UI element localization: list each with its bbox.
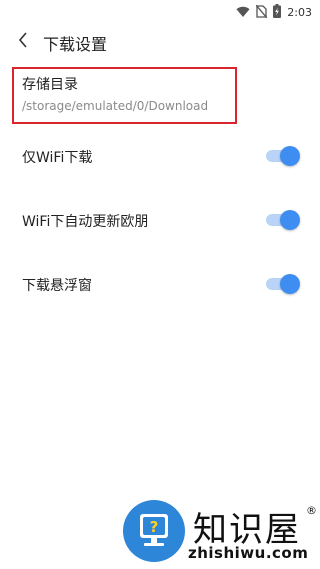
watermark: ? 知识屋 ® zhishiwu.com (120, 500, 320, 569)
setting-row-auto-update: WiFi下自动更新欧朋 (0, 200, 320, 240)
toggle-knob (280, 146, 300, 166)
question-monitor-icon: ? (123, 500, 185, 562)
toggle-auto-update[interactable] (266, 210, 300, 230)
setting-row-wifi-only: 仅WiFi下载 (0, 136, 320, 176)
setting-label-auto-update: WiFi下自动更新欧朋 (22, 214, 149, 230)
toggle-floating-window[interactable] (266, 274, 300, 294)
status-bar: 2:03 (0, 0, 320, 24)
status-icons: 2:03 (236, 3, 312, 22)
setting-label-floating-window: 下载悬浮窗 (22, 278, 92, 294)
storage-directory-path: /storage/emulated/0/Download (22, 99, 209, 113)
back-button[interactable] (12, 30, 34, 54)
no-sim-icon (255, 3, 268, 22)
wifi-icon (236, 3, 250, 22)
toggle-knob (280, 274, 300, 294)
watermark-url: zhishiwu.com (188, 544, 309, 562)
page-title: 下载设置 (43, 35, 108, 54)
storage-directory-label: 存储目录 (22, 77, 78, 93)
toggle-wifi-only[interactable] (266, 146, 300, 166)
svg-text:?: ? (150, 518, 159, 536)
registered-mark: ® (306, 504, 317, 517)
battery-charging-icon (273, 3, 282, 22)
chevron-left-icon (18, 32, 28, 52)
storage-directory-item[interactable]: 存储目录 /storage/emulated/0/Download (12, 67, 237, 124)
setting-label-wifi-only: 仅WiFi下载 (22, 150, 93, 166)
download-settings-screen: 2:03 下载设置 存储目录 /storage/emulated/0/Downl… (0, 0, 320, 569)
toggle-knob (280, 210, 300, 230)
status-time: 2:03 (287, 5, 312, 19)
app-header: 下载设置 (0, 24, 320, 60)
setting-row-floating-window: 下载悬浮窗 (0, 264, 320, 304)
